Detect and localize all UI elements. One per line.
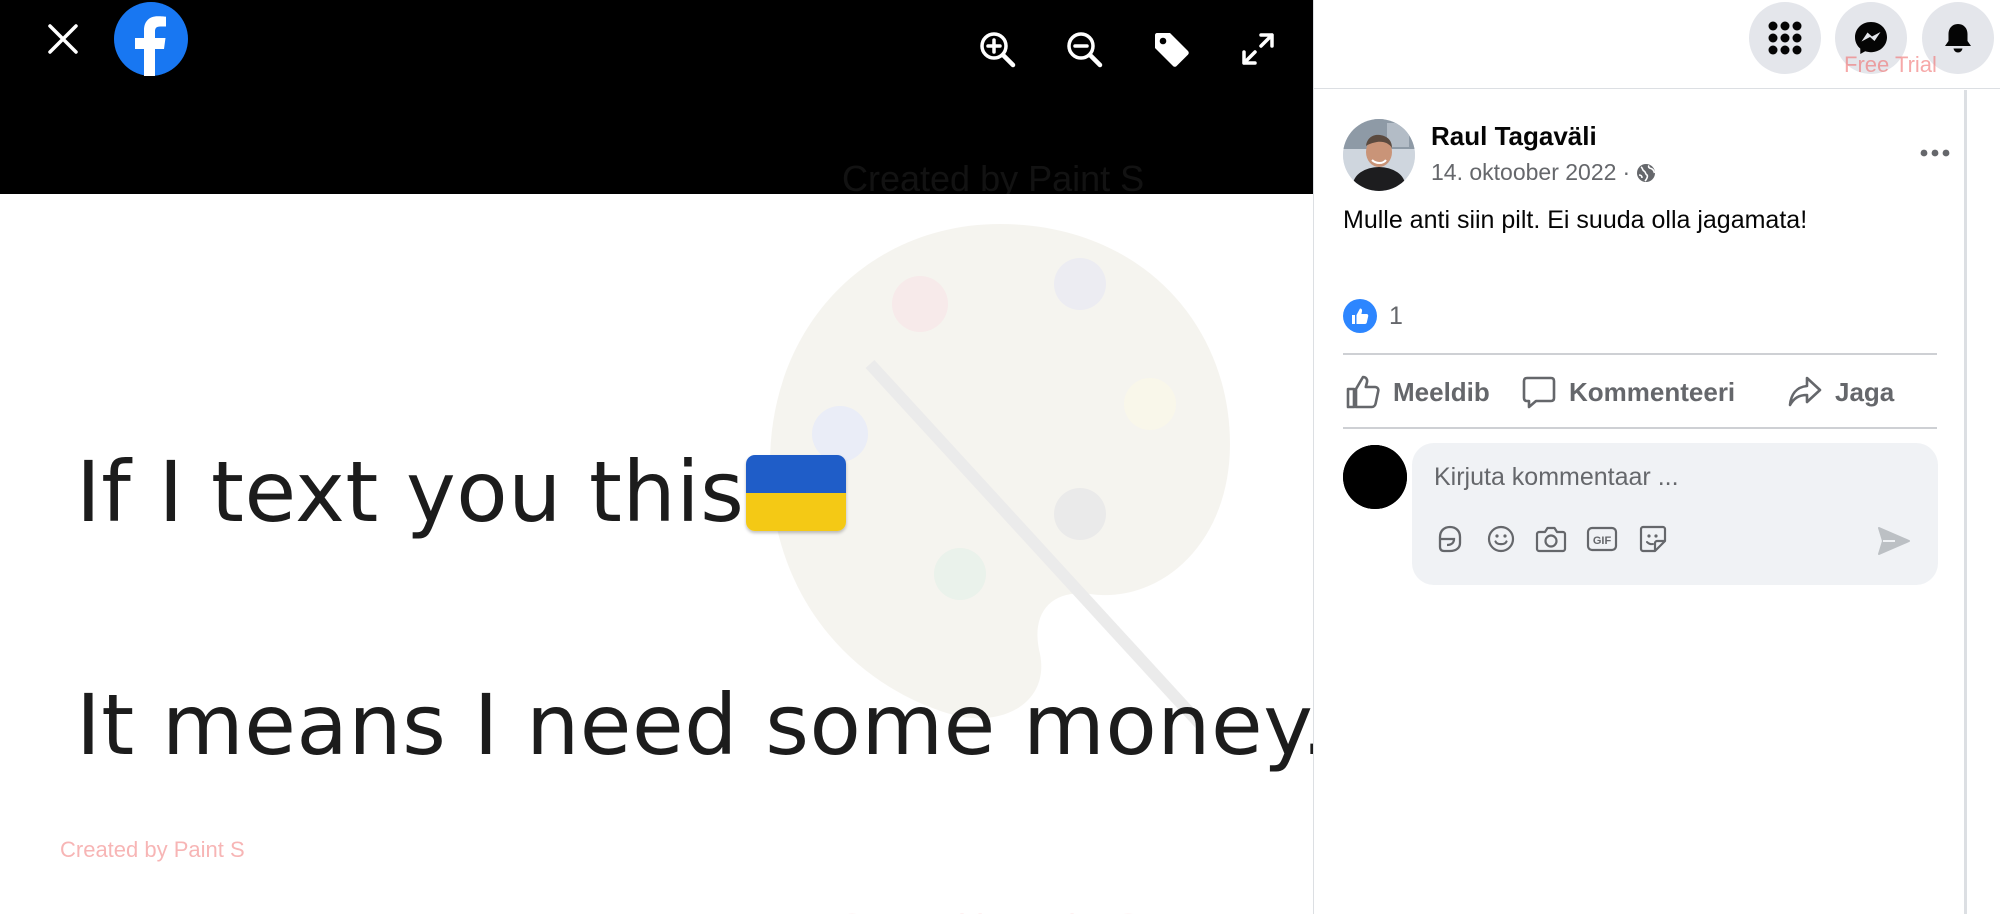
zoom-out-icon (1067, 32, 1103, 68)
avatar-sticker-icon (1438, 525, 1462, 553)
post-side-panel: Free Trial Raul Tagaväli 14. oktoober 20… (1313, 0, 2000, 914)
camera-button[interactable] (1533, 521, 1569, 557)
tag-photo-button[interactable] (1143, 21, 1199, 77)
close-button[interactable] (35, 11, 91, 67)
watermark-text: Created by Paint S (838, 906, 1140, 914)
watermark-text: Created by Paint S (60, 837, 245, 862)
photo-text-line: If I text you this: (76, 443, 774, 541)
ukraine-flag-emoji (746, 455, 846, 531)
bell-icon (1945, 24, 1971, 53)
flag-blue-stripe (746, 455, 846, 493)
zoom-in-button[interactable] (969, 21, 1025, 77)
post-options-button[interactable] (1911, 129, 1959, 177)
zoom-in-icon (980, 32, 1016, 68)
avatar-sticker-button[interactable] (1432, 521, 1468, 557)
like-label: Meeldib (1393, 376, 1490, 407)
reaction-count: 1 (1389, 301, 1403, 330)
more-dots-icon (1920, 149, 1950, 157)
post-action-bar: Meeldib Kommenteeri Jaga (1343, 353, 1937, 429)
comment-input[interactable] (1434, 455, 1894, 499)
comment-icon (1522, 376, 1556, 409)
comment-composer: GIF (1412, 443, 1938, 585)
thumbs-up-icon (1346, 375, 1380, 409)
gif-button[interactable]: GIF (1584, 521, 1620, 557)
send-icon (1878, 527, 1910, 555)
menu-grid-icon (1768, 21, 1802, 55)
author-name[interactable]: Raul Tagaväli (1431, 121, 1597, 152)
comment-button[interactable]: Kommenteeri (1521, 365, 1735, 419)
share-icon (1788, 376, 1822, 407)
messenger-icon (1855, 22, 1887, 54)
emoji-icon (1487, 525, 1515, 553)
photo-text-line: It means I need some money. (76, 676, 1313, 774)
comment-label: Kommenteeri (1569, 376, 1736, 407)
current-user-avatar[interactable] (1343, 445, 1407, 509)
like-button[interactable]: Meeldib (1345, 365, 1490, 419)
send-comment-button[interactable] (1872, 519, 1916, 563)
post-photo[interactable]: If I text you this: It means I need some… (0, 194, 1313, 914)
emoji-button[interactable] (1483, 521, 1519, 557)
author-avatar[interactable] (1343, 119, 1415, 191)
post-header: Raul Tagaväli 14. oktoober 2022 · (1343, 119, 1953, 193)
thumbs-up-icon (1352, 308, 1369, 324)
photo-viewer: Created by Paint S If I text you this: I… (0, 0, 1313, 914)
gif-icon: GIF (1586, 526, 1618, 552)
like-reaction-badge (1343, 299, 1377, 333)
fullscreen-button[interactable] (1230, 21, 1286, 77)
close-icon (48, 24, 78, 54)
globe-icon[interactable] (1636, 163, 1656, 183)
reaction-summary[interactable]: 1 (1343, 296, 1403, 336)
sticker-button[interactable] (1635, 521, 1671, 557)
free-trial-watermark: Free Trial (1844, 52, 1937, 77)
scrollbar[interactable] (1964, 90, 1967, 914)
svg-text:GIF: GIF (1593, 535, 1612, 547)
viewer-top-bar: Created by Paint S (0, 0, 1313, 199)
facebook-logo[interactable] (114, 2, 188, 76)
tag-icon (1155, 33, 1189, 67)
share-label: Jaga (1835, 376, 1895, 407)
post-date[interactable]: 14. oktoober 2022 (1431, 159, 1616, 186)
menu-button[interactable] (1749, 2, 1821, 74)
meta-separator: · (1622, 159, 1631, 185)
facebook-photo-view: Created by Paint S If I text you this: I… (0, 0, 2000, 914)
post-caption: Mulle anti siin pilt. Ei suuda olla jaga… (1343, 206, 1808, 234)
fullscreen-icon (1242, 33, 1274, 65)
camera-icon (1535, 526, 1567, 553)
zoom-out-button[interactable] (1056, 21, 1112, 77)
flag-yellow-stripe (746, 493, 846, 531)
share-button[interactable]: Jaga (1787, 365, 1894, 419)
sticker-icon (1639, 525, 1667, 553)
panel-top-bar: Free Trial (1314, 0, 2000, 89)
post-meta: 14. oktoober 2022 · (1431, 159, 1656, 186)
